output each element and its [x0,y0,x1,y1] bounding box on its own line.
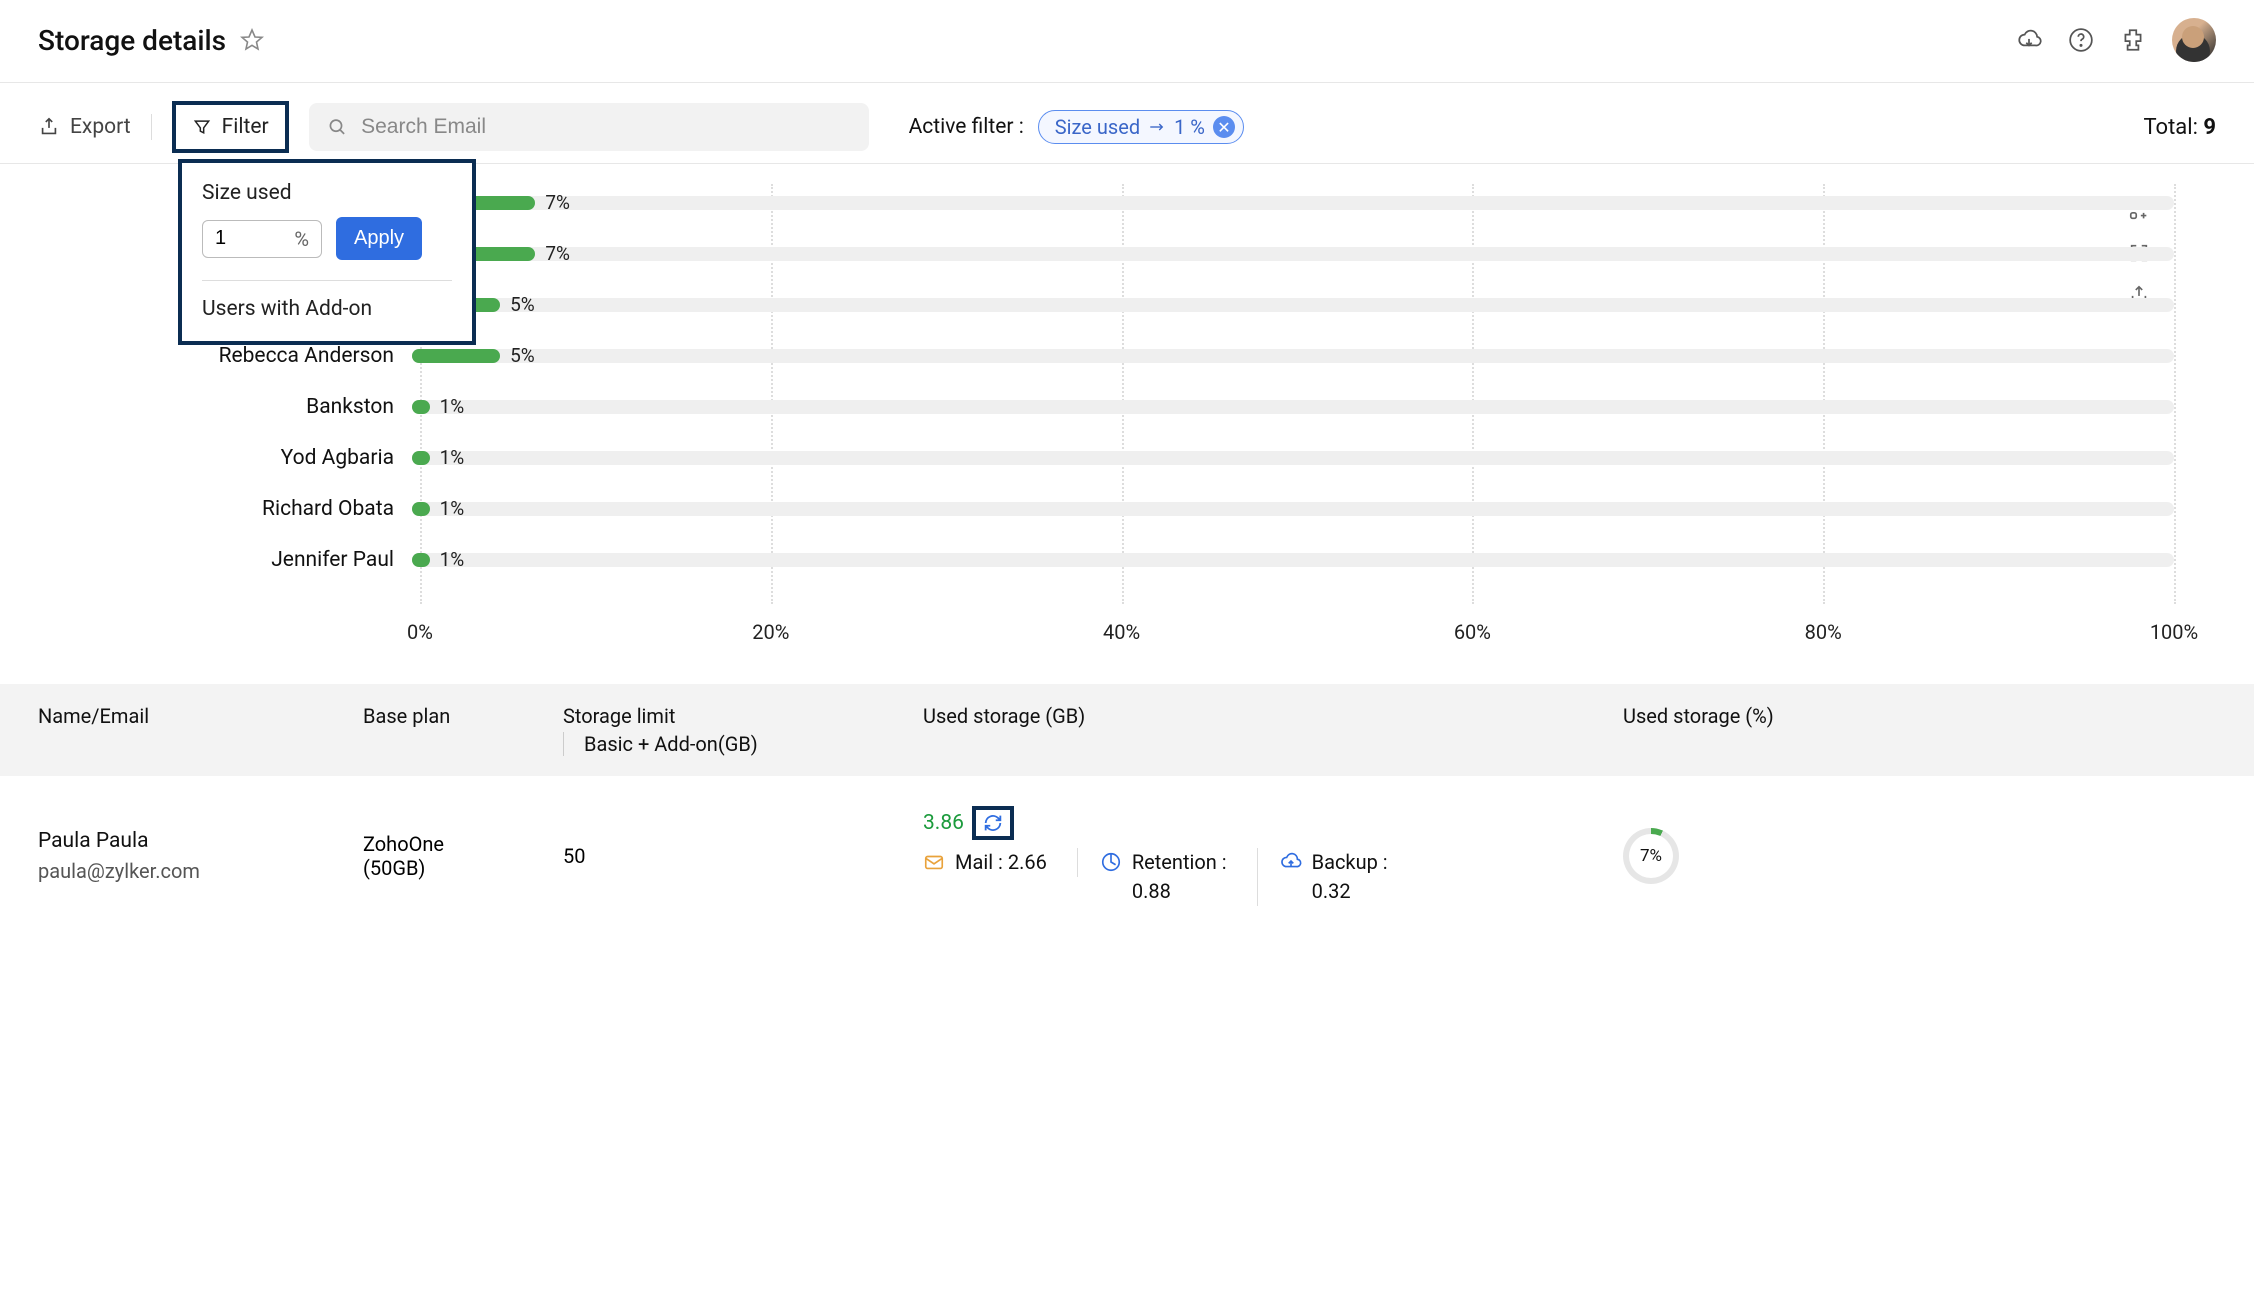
page-header: Storage details [0,0,2254,83]
bar-label: Richard Obata [40,497,412,521]
breakdown-mail: Mail : 2.66 [923,848,1078,877]
export-label: Export [70,115,131,139]
usage-ring: 7% [1623,828,1679,884]
col-plan: Base plan [363,704,563,756]
filter-button[interactable]: Filter [172,101,289,153]
chart-bar-row: Bankston 1% [40,392,2174,422]
search-input[interactable] [361,115,850,139]
bar-value: 5% [510,293,535,316]
x-tick: 100% [2150,620,2198,644]
export-button[interactable]: Export [38,115,131,139]
chip-remove-icon[interactable]: ✕ [1213,116,1235,138]
chart-body: 0%20%40%60%80%100%7%7%Amelia Burrows5%Re… [420,184,2174,644]
star-icon[interactable] [240,28,264,52]
x-tick: 60% [1454,620,1491,644]
user-email: paula@zylker.com [38,859,363,883]
bar-value: 1% [440,497,465,520]
col-pct: Used storage (%) [1623,704,1803,756]
chart-bar-row: Richard Obata 1% [40,494,2174,524]
download-cloud-icon[interactable] [2016,27,2042,53]
table-row: Paula Paula paula@zylker.com ZohoOne (50… [0,776,2254,936]
x-tick: 80% [1805,620,1842,644]
percent-label: % [294,227,309,251]
bar-value: 7% [545,242,570,265]
user-name: Paula Paula [38,829,363,853]
used-total: 3.86 [923,811,964,835]
bar-value: 7% [545,191,570,214]
chip-value: 1 % [1174,115,1205,139]
bar-label: Yod Agbaria [40,446,412,470]
filter-panel-title: Size used [202,181,452,205]
bar-value: 1% [440,446,465,469]
bar-label: Bankston [40,395,412,419]
mail-icon [923,851,945,873]
size-used-input[interactable] [215,227,255,250]
apply-button[interactable]: Apply [336,217,422,260]
col-name: Name/Email [38,704,363,756]
table-header: Name/Email Base plan Storage limit Basic… [0,684,2254,776]
col-limit: Storage limit Basic + Add-on(GB) [563,704,923,756]
active-filter-label: Active filter : [909,115,1024,139]
users-with-addon-option[interactable]: Users with Add-on [202,281,452,321]
filter-chip[interactable]: Size used 1 % ✕ [1038,110,1244,144]
breakdown-backup: Backup : 0.32 [1280,848,1418,906]
filter-panel: Size used % Apply Users with Add-on [178,159,476,345]
x-tick: 20% [752,620,789,644]
bar-value: 1% [440,548,465,571]
active-filter: Active filter : Size used 1 % ✕ [909,110,1244,144]
x-tick: 0% [407,620,433,644]
bar-value: 1% [440,395,465,418]
search-field[interactable] [309,103,869,151]
storage-limit: 50 [563,844,923,868]
chart-bar-row: Jennifer Paul 1% [40,545,2174,575]
col-used: Used storage (GB) [923,704,1623,756]
extension-icon[interactable] [2120,27,2146,53]
refresh-icon [982,812,1004,834]
page-title: Storage details [38,24,226,57]
breakdown-retention: Retention : 0.88 [1100,848,1258,906]
filter-label: Filter [222,115,269,139]
plan-size: (50GB) [363,856,563,880]
chart-bar-row: Yod Agbaria 1% [40,443,2174,473]
bar-label: Rebecca Anderson [40,344,412,368]
size-used-input-wrap[interactable]: % [202,220,322,258]
plan-name: ZohoOne [363,832,563,856]
backup-icon [1280,851,1302,873]
arrow-right-icon [1148,120,1166,134]
toolbar: Export Filter Active filter : Size used … [0,83,2254,164]
divider [151,114,152,140]
search-icon [327,116,348,138]
bar-label: Jennifer Paul [40,548,412,572]
refresh-button[interactable] [972,806,1014,840]
bar-value: 5% [510,344,535,367]
x-tick: 40% [1103,620,1140,644]
chip-prefix: Size used [1055,115,1140,139]
help-icon[interactable] [2068,27,2094,53]
usage-pct: 7% [1629,834,1673,878]
avatar[interactable] [2172,18,2216,62]
total-count: Total: 9 [2143,115,2216,140]
chart-bar-row: Rebecca Anderson 5% [40,341,2174,371]
retention-icon [1100,851,1122,873]
